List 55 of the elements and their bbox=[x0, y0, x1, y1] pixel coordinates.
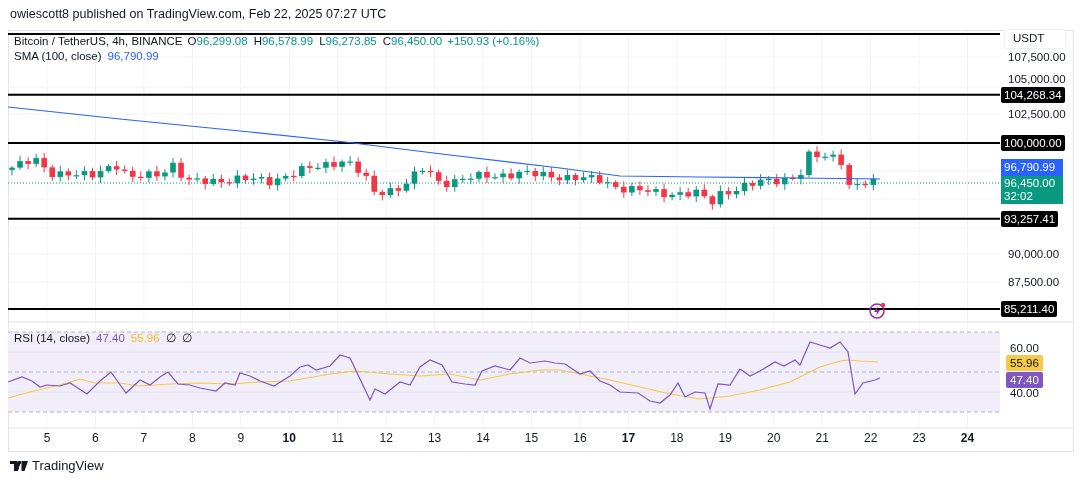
date-tick: 19 bbox=[717, 431, 733, 445]
rsi-price-label: 47.40 bbox=[1006, 372, 1043, 388]
rsi-tick: 60.00 bbox=[1010, 341, 1039, 355]
current-price-label: 96,450.00 32:02 bbox=[1001, 176, 1063, 204]
rsi-ma-value: 55.96 bbox=[130, 331, 160, 346]
ohlc-value: O96,299.08 bbox=[187, 34, 248, 49]
date-tick: 7 bbox=[139, 431, 149, 445]
price-change: +150.93 (+0.16%) bbox=[447, 34, 540, 49]
ohlc-value: L96,273.85 bbox=[319, 34, 377, 49]
level-line[interactable] bbox=[7, 217, 1001, 220]
price-tick: 87,500.00 bbox=[1008, 275, 1060, 289]
date-tick: 10 bbox=[281, 431, 297, 445]
publisher-text: owiescott8 published on TradingView.com, Feb 22, 2025 07:27 UTC bbox=[10, 6, 387, 23]
tradingview-logo-icon bbox=[10, 460, 28, 471]
level-price-label: 100,000.00 bbox=[1001, 135, 1065, 151]
date-tick: 5 bbox=[42, 431, 52, 445]
date-tick: 20 bbox=[766, 431, 782, 445]
ohlc-value: H96,578.99 bbox=[253, 34, 314, 49]
level-price-label: 93,257.41 bbox=[1001, 210, 1059, 227]
price-tick: 105,000.00 bbox=[1008, 72, 1066, 86]
date-tick: 9 bbox=[236, 431, 246, 445]
currency-button[interactable]: USDT bbox=[1004, 29, 1066, 49]
level-line[interactable] bbox=[7, 93, 1001, 96]
rsi-value: 47.40 bbox=[96, 331, 125, 346]
level-price-label: 85,211.40 bbox=[1001, 301, 1058, 317]
date-tick: 18 bbox=[669, 431, 685, 445]
null-value: ∅ bbox=[181, 331, 192, 346]
date-tick: 11 bbox=[330, 431, 345, 445]
date-tick: 13 bbox=[426, 431, 443, 445]
symbol-title: Bitcoin / TetherUS, 4h, BINANCE bbox=[14, 34, 183, 49]
date-tick: 23 bbox=[911, 431, 927, 445]
sma-value: 96,790.99 bbox=[107, 49, 159, 64]
date-tick: 24 bbox=[959, 431, 976, 445]
price-tick: 107,500.00 bbox=[1008, 50, 1066, 64]
date-tick: 8 bbox=[188, 431, 197, 445]
price-tick: 90,000.00 bbox=[1008, 247, 1060, 261]
date-tick: 14 bbox=[475, 431, 491, 445]
sma-title: SMA (100, close) bbox=[14, 49, 102, 64]
price-tick: 102,500.00 bbox=[1008, 107, 1066, 121]
date-tick: 12 bbox=[378, 431, 394, 445]
date-tick: 15 bbox=[523, 431, 540, 445]
ohlc-value: C96,450.00 bbox=[382, 34, 443, 49]
level-price-label: 104,268.34 bbox=[1001, 86, 1065, 103]
rsi-tick: 40.00 bbox=[1010, 386, 1039, 400]
date-tick: 21 bbox=[814, 431, 830, 445]
lightning-icon[interactable] bbox=[869, 302, 886, 319]
date-tick: 6 bbox=[91, 431, 100, 445]
rsi-title: RSI (14, close) bbox=[14, 331, 91, 346]
date-tick: 17 bbox=[620, 431, 637, 445]
null-value: ∅ bbox=[165, 331, 176, 346]
date-tick: 16 bbox=[572, 431, 588, 445]
rsi-ma-price-label: 55.96 bbox=[1006, 355, 1043, 371]
sma-price-label: 96,790.99 bbox=[1001, 159, 1063, 176]
date-tick: 22 bbox=[862, 431, 879, 445]
tradingview-wordmark: TradingView bbox=[32, 457, 104, 475]
